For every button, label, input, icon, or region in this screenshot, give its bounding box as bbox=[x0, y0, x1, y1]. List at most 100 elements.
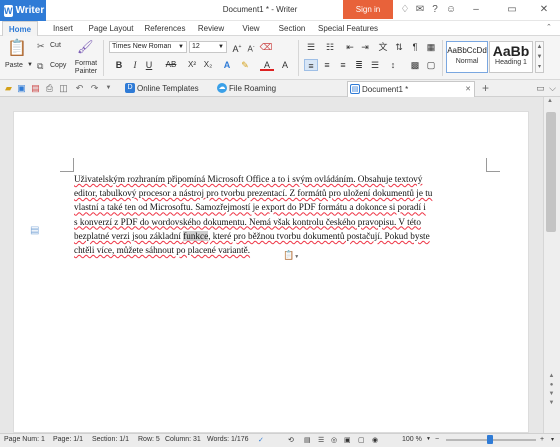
style-sample: AaBb bbox=[492, 43, 530, 59]
minimize-icon[interactable]: – bbox=[470, 4, 482, 16]
show-marks-icon[interactable]: ¶ bbox=[408, 41, 422, 53]
help-icon[interactable]: ? bbox=[429, 4, 441, 16]
new-tab-icon[interactable]: + bbox=[480, 82, 491, 94]
undo-icon[interactable]: ↶ bbox=[74, 82, 85, 94]
maximize-icon[interactable]: ▭ bbox=[506, 4, 518, 16]
chevron-down-icon[interactable]: ▼ bbox=[103, 82, 114, 94]
clear-format-icon[interactable]: ⌫ bbox=[259, 41, 273, 53]
sort-icon[interactable]: ⇅ bbox=[392, 41, 406, 53]
paste-options-icon[interactable]: 📋▼ bbox=[283, 250, 299, 261]
char-shading-icon[interactable]: A bbox=[278, 59, 292, 71]
save-icon[interactable]: ▣ bbox=[16, 82, 27, 94]
tab-list-icon[interactable]: ▭ bbox=[535, 82, 546, 94]
view-normal-icon[interactable]: ▤ bbox=[304, 436, 311, 444]
share-icon[interactable]: ✉ bbox=[414, 4, 426, 16]
tab-insert[interactable]: Insert bbox=[48, 21, 78, 36]
view-reading-icon[interactable]: ▣ bbox=[344, 436, 351, 444]
distribute-icon[interactable]: ☰ bbox=[368, 59, 382, 71]
text-line: bezplatné verzi jsou základní funkce, kt… bbox=[74, 229, 492, 243]
page-nav-icons[interactable]: ▲ ● ▼ ▼ bbox=[546, 372, 557, 408]
align-left-icon[interactable]: ≡ bbox=[304, 59, 318, 71]
tab-references[interactable]: References bbox=[142, 21, 188, 36]
document-body[interactable]: Uživatelským rozhraním připomíná Microso… bbox=[74, 172, 492, 257]
app-menu-button[interactable]: W Writer ▼ bbox=[0, 0, 54, 21]
font-color-icon[interactable]: A bbox=[260, 59, 274, 71]
zoom-in-icon[interactable]: + bbox=[540, 436, 544, 443]
tab-special-features[interactable]: Special Features bbox=[316, 21, 380, 36]
grow-font-icon[interactable]: A+ bbox=[230, 41, 244, 54]
sign-in-button[interactable]: Sign in bbox=[343, 0, 393, 19]
zoom-out-icon[interactable]: − bbox=[435, 436, 439, 443]
increase-indent-icon[interactable]: ⇥ bbox=[358, 41, 372, 53]
paste-dropdown-icon[interactable]: ▼ bbox=[27, 62, 33, 68]
spell-check-icon[interactable]: ✓ bbox=[258, 436, 264, 444]
superscript-icon[interactable]: X² bbox=[185, 59, 199, 71]
document-page[interactable] bbox=[13, 111, 529, 433]
zoom-slider-thumb[interactable] bbox=[487, 435, 493, 444]
tab-page-layout[interactable]: Page Layout bbox=[86, 21, 136, 36]
paragraph-marker-icon[interactable]: ▤ bbox=[30, 225, 39, 236]
style-normal[interactable]: AaBbCcDd Normal bbox=[446, 41, 488, 73]
line-spacing-icon[interactable]: ↕ bbox=[386, 59, 400, 71]
print-icon[interactable]: ⎙ bbox=[44, 82, 55, 94]
format-painter-icon[interactable]: 🖌 bbox=[77, 39, 94, 55]
paste-button[interactable]: Paste bbox=[5, 62, 23, 69]
chevron-down-icon[interactable]: ▼ bbox=[426, 436, 431, 442]
shading-icon[interactable]: ▩ bbox=[408, 59, 422, 71]
zoom-level[interactable]: 100 % bbox=[402, 436, 422, 443]
align-center-icon[interactable]: ≡ bbox=[320, 59, 334, 71]
justify-icon[interactable]: ≣ bbox=[352, 59, 366, 71]
styles-scroll[interactable]: ▲ ▼ ▾ bbox=[535, 41, 544, 73]
skin-icon[interactable]: ♢ bbox=[399, 4, 411, 16]
redo-icon[interactable]: ↷ bbox=[89, 82, 100, 94]
export-pdf-icon[interactable]: ▤ bbox=[30, 82, 41, 94]
scroll-up-icon[interactable]: ▲ bbox=[547, 98, 553, 104]
subscript-icon[interactable]: X₂ bbox=[201, 59, 215, 71]
ribbon-collapse-icon[interactable]: ⌃ bbox=[546, 23, 552, 31]
text-effect-icon[interactable]: A bbox=[220, 59, 234, 71]
copy-button[interactable]: Copy bbox=[50, 62, 66, 69]
strikethrough-icon[interactable]: AB bbox=[161, 59, 181, 71]
italic-icon[interactable]: I bbox=[128, 59, 142, 71]
cut-button[interactable]: Cut bbox=[50, 42, 61, 49]
scissors-icon[interactable]: ✂ bbox=[37, 41, 45, 52]
tab-file-roaming[interactable]: ☁ File Roaming bbox=[215, 81, 299, 97]
font-name-select[interactable]: Times New Roman ▼ bbox=[109, 41, 187, 53]
tab-menu-icon[interactable]: ⌵ bbox=[547, 82, 558, 94]
borders-icon[interactable]: ▦ bbox=[424, 41, 438, 53]
close-icon[interactable]: ✕ bbox=[538, 4, 550, 16]
eye-icon[interactable]: ◉ bbox=[372, 436, 378, 444]
status-words[interactable]: Words: 1/176 bbox=[207, 436, 249, 443]
font-size-select[interactable]: 12 ▼ bbox=[189, 41, 227, 53]
open-folder-icon[interactable]: ▰ bbox=[3, 82, 14, 94]
tab-home[interactable]: Home bbox=[2, 21, 38, 36]
align-right-icon[interactable]: ≡ bbox=[336, 59, 350, 71]
tab-section[interactable]: Section bbox=[274, 21, 310, 36]
numbering-icon[interactable]: ☷ bbox=[323, 41, 337, 53]
tab-view[interactable]: View bbox=[238, 21, 264, 36]
feedback-icon[interactable]: ☺ bbox=[445, 4, 457, 16]
bullets-icon[interactable]: ☰ bbox=[304, 41, 318, 53]
scrollbar-thumb[interactable] bbox=[546, 112, 556, 232]
tab-document1[interactable]: ▤ Document1 * ✕ bbox=[347, 81, 475, 97]
chinese-layout-icon[interactable]: 文 bbox=[376, 41, 390, 53]
copy-icon[interactable]: ⧉ bbox=[37, 61, 43, 72]
status-menu-icon[interactable]: ▾ bbox=[551, 436, 554, 443]
bold-icon[interactable]: B bbox=[112, 59, 126, 71]
view-web-icon[interactable]: ◎ bbox=[331, 436, 337, 444]
paste-icon[interactable]: 📋 bbox=[6, 40, 28, 58]
underline-icon[interactable]: U bbox=[142, 59, 156, 71]
highlight-icon[interactable]: ✎ bbox=[238, 59, 252, 71]
close-tab-icon[interactable]: ✕ bbox=[465, 82, 471, 97]
view-outline-icon[interactable]: ☰ bbox=[318, 436, 324, 444]
shrink-font-icon[interactable]: A- bbox=[244, 41, 258, 54]
style-heading-1[interactable]: AaBb Heading 1 bbox=[489, 41, 533, 73]
view-page-icon[interactable]: ▢ bbox=[358, 436, 365, 444]
tab-review[interactable]: Review bbox=[194, 21, 228, 36]
border-options-icon[interactable]: ▢ bbox=[424, 59, 438, 71]
tab-online-templates[interactable]: D Online Templates bbox=[123, 81, 211, 97]
decrease-indent-icon[interactable]: ⇤ bbox=[343, 41, 357, 53]
format-painter-button[interactable]: Format Painter bbox=[72, 60, 100, 76]
revisions-icon[interactable]: ⟲ bbox=[288, 436, 294, 444]
print-preview-icon[interactable]: ◫ bbox=[58, 82, 69, 94]
